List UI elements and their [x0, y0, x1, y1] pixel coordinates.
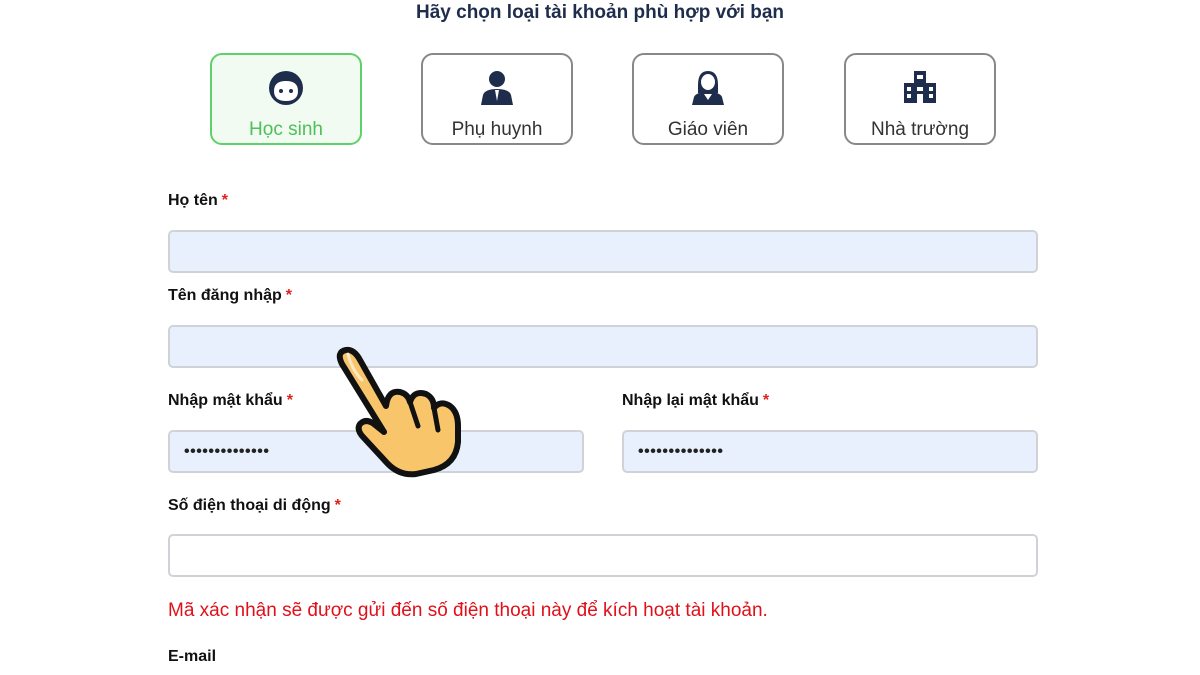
required-mark: * [221, 192, 229, 209]
username-label-text: Tên đăng nhập [168, 287, 282, 304]
student-face-icon [269, 71, 303, 105]
parent-person-icon [481, 71, 513, 105]
password-label: Nhập mật khẩu * [168, 392, 293, 410]
account-type-label: Nhà trường [870, 119, 970, 140]
required-mark: * [762, 392, 770, 409]
full-name-label-text: Họ tên [168, 192, 218, 209]
required-mark: * [334, 497, 341, 514]
phone-label-text: Số điện thoại di động [168, 497, 331, 514]
confirm-password-label: Nhập lại mật khẩu * [622, 392, 769, 410]
phone-verification-note: Mã xác nhận sẽ được gửi đến số điện thoạ… [168, 600, 768, 621]
phone-label: Số điện thoại di động * [168, 497, 341, 515]
full-name-label: Họ tên * [168, 192, 228, 210]
teacher-person-icon [692, 71, 724, 105]
phone-input[interactable] [168, 534, 1038, 577]
password-label-text: Nhập mật khẩu [168, 392, 283, 409]
email-label: E-mail [168, 648, 217, 665]
required-mark: * [285, 287, 293, 304]
account-type-teacher[interactable]: Giáo viên [632, 53, 784, 145]
account-type-student[interactable]: Học sinh [210, 53, 362, 145]
confirm-password-label-text: Nhập lại mật khẩu [622, 392, 759, 409]
account-type-label: Giáo viên [667, 119, 749, 140]
confirm-password-input[interactable]: •••••••••••••• [622, 430, 1038, 473]
account-type-school[interactable]: Nhà trường [844, 53, 996, 145]
account-type-parent[interactable]: Phụ huynh [421, 53, 573, 145]
school-building-icon [904, 71, 936, 103]
pointing-hand-cursor-icon [336, 346, 461, 478]
account-type-heading: Hãy chọn loại tài khoản phù hợp với bạn [416, 2, 784, 23]
username-label: Tên đăng nhập * [168, 287, 292, 305]
required-mark: * [286, 392, 293, 409]
account-type-label: Học sinh [249, 119, 323, 140]
username-input[interactable] [168, 325, 1038, 368]
account-type-label: Phụ huynh [451, 119, 543, 140]
full-name-input[interactable] [168, 230, 1038, 273]
